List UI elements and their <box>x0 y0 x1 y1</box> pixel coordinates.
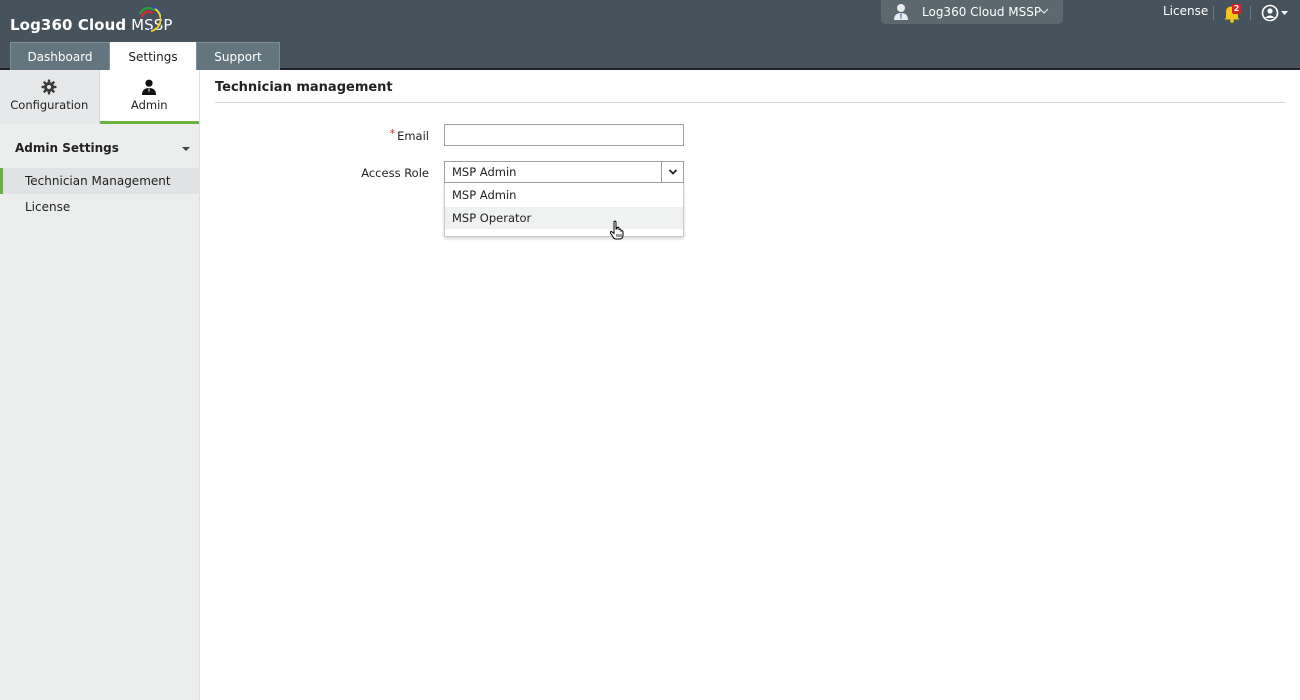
app-name-bold: Log360 Cloud <box>10 16 127 34</box>
notification-badge: 2 <box>1232 4 1241 14</box>
subtab-configuration-label: Configuration <box>10 98 89 112</box>
option-msp-admin[interactable]: MSP Admin <box>445 184 683 206</box>
email-label-text: Email <box>397 129 429 143</box>
org-switcher[interactable]: Log360 Cloud MSSP <box>881 0 1063 24</box>
logo-arcs-icon <box>138 5 161 32</box>
select-toggle[interactable] <box>661 162 683 182</box>
access-role-label: Access Role <box>361 166 429 180</box>
sidebar-item-license[interactable]: License <box>0 194 200 220</box>
access-role-select[interactable]: MSP Admin <box>444 161 684 183</box>
hand-pointer-icon <box>609 220 624 240</box>
access-role-dropdown: MSP Admin MSP Operator <box>444 183 684 237</box>
section-title: Admin Settings <box>15 141 119 155</box>
top-header: Log360 Cloud MSSP Dashboard Settings Sup… <box>0 0 1300 70</box>
chevron-down-icon <box>668 169 678 175</box>
admin-user-icon <box>142 79 157 95</box>
settings-subtabs: Configuration Admin <box>0 70 199 124</box>
required-mark: * <box>389 127 396 140</box>
page-title: Technician management <box>215 80 393 95</box>
license-link[interactable]: License <box>1163 4 1208 18</box>
subtab-admin[interactable]: Admin <box>99 70 199 124</box>
main-content: Technician management * Email Access Role… <box>201 70 1300 700</box>
user-icon <box>894 4 908 20</box>
option-msp-operator[interactable]: MSP Operator <box>445 207 683 229</box>
title-divider <box>215 102 1285 103</box>
access-role-value: MSP Admin <box>452 165 517 179</box>
email-field[interactable] <box>444 124 684 146</box>
main-tabs: Dashboard Settings Support <box>10 42 280 70</box>
header-divider <box>1213 6 1214 20</box>
email-label: * Email <box>201 127 429 143</box>
subtab-configuration[interactable]: Configuration <box>0 70 100 124</box>
tab-support[interactable]: Support <box>196 42 280 70</box>
sidebar: Configuration Admin Admin Settings Techn… <box>0 70 200 700</box>
gear-icon <box>41 79 57 95</box>
caret-down-icon <box>182 147 190 151</box>
org-name: Log360 Cloud MSSP <box>922 5 1042 19</box>
admin-settings-section[interactable]: Admin Settings <box>0 136 200 162</box>
user-circle-icon[interactable] <box>1261 4 1291 22</box>
subtab-admin-label: Admin <box>130 98 168 112</box>
tab-dashboard[interactable]: Dashboard <box>10 42 110 70</box>
sidebar-item-technician-management[interactable]: Technician Management <box>0 168 200 194</box>
chevron-down-icon <box>1039 8 1049 14</box>
header-divider <box>1250 6 1251 20</box>
tab-settings[interactable]: Settings <box>110 42 196 70</box>
